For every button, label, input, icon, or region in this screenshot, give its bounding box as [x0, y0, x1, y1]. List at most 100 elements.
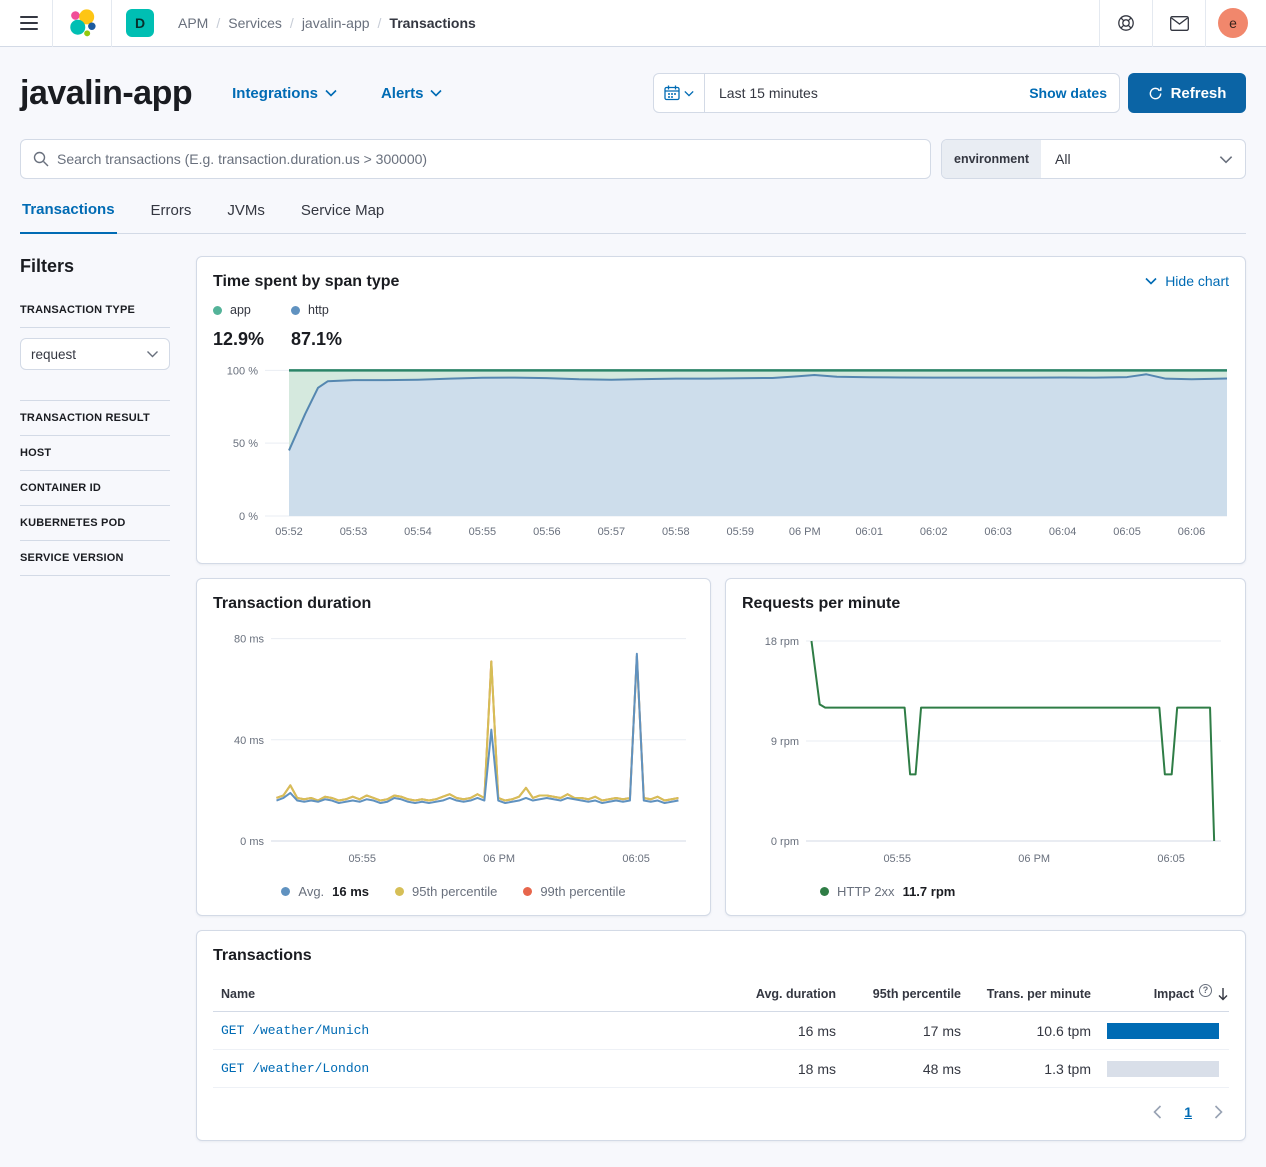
environment-label: environment	[942, 140, 1041, 178]
filter-transaction-type-label: TRANSACTION TYPE	[20, 293, 170, 327]
svg-text:06:05: 06:05	[622, 853, 650, 865]
legend-dot	[523, 887, 532, 896]
transaction-link-munich[interactable]: GET /weather/Munich	[213, 1023, 726, 1038]
svg-text:80 ms: 80 ms	[234, 634, 264, 646]
svg-text:06:05: 06:05	[1157, 853, 1185, 865]
span-type-chart-title: Time spent by span type	[213, 273, 399, 291]
svg-text:06 PM: 06 PM	[1018, 853, 1050, 865]
svg-text:0 rpm: 0 rpm	[771, 836, 799, 848]
transaction-duration-chart: 0 ms40 ms80 ms05:5506 PM06:05	[213, 623, 694, 874]
pagination: 1	[213, 1088, 1229, 1124]
rpm-chart-title: Requests per minute	[742, 595, 1229, 613]
legend-item-app[interactable]: app	[213, 303, 291, 317]
service-tabs: Transactions Errors JVMs Service Map	[20, 201, 1246, 234]
help-icon[interactable]	[1106, 3, 1146, 43]
chevron-down-icon	[1219, 155, 1233, 164]
legend-item-avg[interactable]: Avg. 16 ms	[281, 884, 369, 899]
tab-service-map[interactable]: Service Map	[299, 201, 386, 233]
span-type-chart: 0 %50 %100 %05:5205:5305:5405:5505:5605:…	[213, 360, 1229, 547]
refresh-button[interactable]: Refresh	[1128, 73, 1246, 113]
tab-jvms[interactable]: JVMs	[225, 201, 267, 233]
legend-item-http-2xx[interactable]: HTTP 2xx 11.7 rpm	[820, 884, 955, 899]
calendar-icon[interactable]	[654, 74, 705, 112]
app-percentage: 12.9%	[213, 329, 291, 350]
breadcrumb-service-name[interactable]: javalin-app	[302, 15, 370, 31]
divider	[1099, 0, 1100, 47]
hide-chart-button[interactable]: Hide chart	[1145, 273, 1229, 289]
filters-sidebar: Filters TRANSACTION TYPE request TRANSAC…	[20, 256, 170, 1141]
breadcrumb: APM / Services / javalin-app / Transacti…	[178, 15, 476, 31]
top-navigation-bar: D APM / Services / javalin-app / Transac…	[0, 0, 1266, 47]
tab-transactions[interactable]: Transactions	[20, 201, 117, 234]
impact-help-icon[interactable]: ?	[1199, 984, 1212, 997]
user-avatar[interactable]: e	[1218, 8, 1248, 38]
impact-bar	[1107, 1061, 1219, 1077]
svg-text:05:59: 05:59	[727, 526, 755, 538]
newsfeed-icon[interactable]	[1159, 3, 1199, 43]
breadcrumb-separator: /	[378, 15, 382, 31]
page-number-1[interactable]: 1	[1184, 1104, 1192, 1120]
filter-kubernetes-pod[interactable]: KUBERNETES POD	[20, 506, 170, 540]
column-trans-per-minute: Trans. per minute	[961, 987, 1091, 1001]
svg-text:06:05: 06:05	[1113, 526, 1141, 538]
transaction-type-select[interactable]: request	[20, 338, 170, 370]
svg-text:06:02: 06:02	[920, 526, 948, 538]
legend-dot	[820, 887, 829, 896]
tab-errors[interactable]: Errors	[149, 201, 194, 233]
search-icon	[33, 151, 49, 167]
search-input[interactable]	[57, 151, 918, 167]
column-name: Name	[213, 987, 726, 1001]
svg-text:05:54: 05:54	[404, 526, 432, 538]
breadcrumb-current: Transactions	[389, 15, 475, 31]
column-avg-duration: Avg. duration	[726, 987, 836, 1001]
space-badge[interactable]: D	[126, 9, 154, 37]
breadcrumb-services[interactable]: Services	[228, 15, 282, 31]
breadcrumb-separator: /	[216, 15, 220, 31]
time-spent-by-span-type-panel: Time spent by span type Hide chart app 1…	[196, 256, 1246, 564]
svg-text:06:01: 06:01	[855, 526, 883, 538]
legend-dot	[281, 887, 290, 896]
divider	[111, 0, 112, 47]
tpm-value: 1.3 tpm	[961, 1061, 1091, 1077]
time-range-value[interactable]: Last 15 minutes	[705, 85, 1017, 101]
transaction-link-london[interactable]: GET /weather/London	[213, 1061, 726, 1076]
date-picker: Last 15 minutes Show dates	[653, 73, 1120, 113]
chevron-down-icon	[325, 89, 337, 97]
legend-item-95th[interactable]: 95th percentile	[395, 884, 497, 899]
filter-service-version[interactable]: SERVICE VERSION	[20, 541, 170, 575]
previous-page-icon[interactable]	[1153, 1105, 1162, 1119]
integrations-menu[interactable]: Integrations	[232, 85, 337, 102]
filter-host[interactable]: HOST	[20, 436, 170, 470]
svg-text:06 PM: 06 PM	[483, 853, 515, 865]
environment-select[interactable]: environment All	[941, 139, 1246, 179]
transaction-duration-panel: Transaction duration 0 ms40 ms80 ms05:55…	[196, 578, 711, 916]
show-dates-button[interactable]: Show dates	[1017, 85, 1119, 101]
avg-duration-value: 18 ms	[726, 1061, 836, 1077]
svg-text:05:55: 05:55	[883, 853, 911, 865]
svg-text:05:57: 05:57	[598, 526, 626, 538]
breadcrumb-apm[interactable]: APM	[178, 15, 208, 31]
chevron-down-icon	[684, 90, 694, 97]
table-row: GET /weather/Munich 16 ms 17 ms 10.6 tpm	[213, 1012, 1229, 1050]
duration-chart-title: Transaction duration	[213, 595, 694, 613]
filter-transaction-result[interactable]: TRANSACTION RESULT	[20, 401, 170, 435]
legend-item-http[interactable]: http	[291, 303, 369, 317]
legend-dot	[213, 306, 222, 315]
svg-text:05:55: 05:55	[348, 853, 376, 865]
alerts-menu[interactable]: Alerts	[381, 85, 443, 102]
column-impact-sort[interactable]: Impact ?	[1091, 987, 1229, 1001]
svg-text:06 PM: 06 PM	[789, 526, 821, 538]
sort-desc-icon	[1217, 987, 1229, 1001]
menu-icon[interactable]	[12, 6, 46, 40]
legend-item-99th[interactable]: 99th percentile	[523, 884, 625, 899]
filter-container-id[interactable]: CONTAINER ID	[20, 471, 170, 505]
svg-text:05:58: 05:58	[662, 526, 690, 538]
next-page-icon[interactable]	[1214, 1105, 1223, 1119]
elastic-logo-icon[interactable]	[59, 8, 105, 38]
svg-text:40 ms: 40 ms	[234, 735, 264, 747]
divider	[1205, 0, 1206, 47]
legend-dot	[291, 306, 300, 315]
page-title: javalin-app	[20, 74, 192, 113]
table-row: GET /weather/London 18 ms 48 ms 1.3 tpm	[213, 1050, 1229, 1088]
impact-bar	[1107, 1023, 1219, 1039]
